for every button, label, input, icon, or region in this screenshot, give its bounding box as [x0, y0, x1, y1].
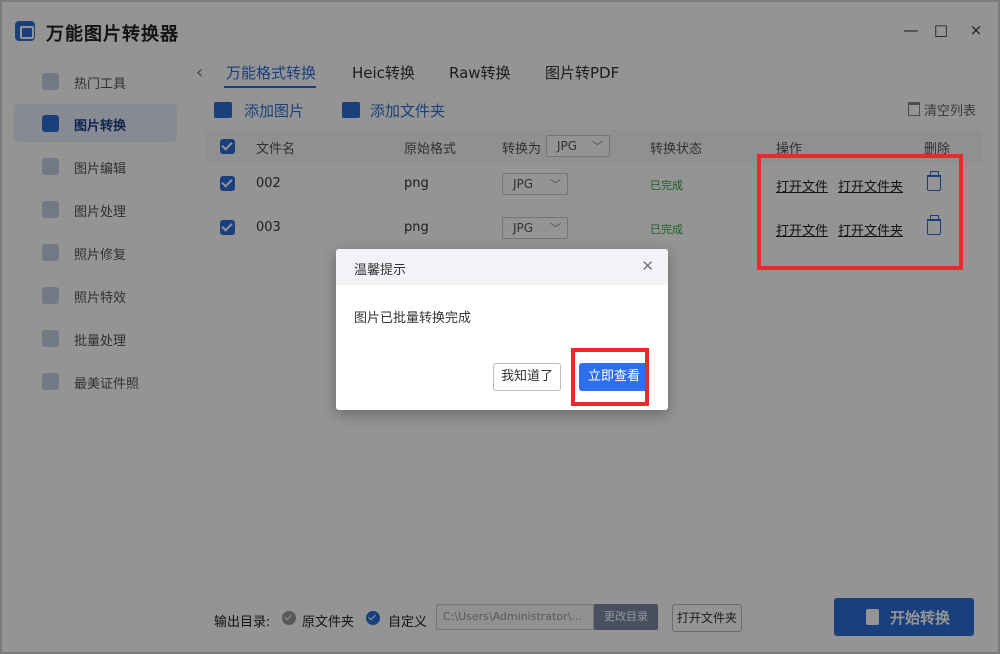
- completion-dialog: 温馨提示 ✕ 图片已批量转换完成 我知道了 立即查看: [336, 249, 668, 410]
- dialog-close-icon[interactable]: ✕: [641, 257, 654, 275]
- app-window: 万能图片转换器 — □ × 热门工具 图片转换 图片编辑 图片处理 照片修复 照…: [0, 0, 1000, 654]
- dialog-header: 温馨提示 ✕: [336, 249, 668, 285]
- view-now-button[interactable]: 立即查看: [579, 363, 649, 391]
- dialog-title: 温馨提示: [354, 263, 407, 278]
- acknowledge-button[interactable]: 我知道了: [493, 363, 561, 391]
- dialog-message: 图片已批量转换完成: [354, 311, 472, 326]
